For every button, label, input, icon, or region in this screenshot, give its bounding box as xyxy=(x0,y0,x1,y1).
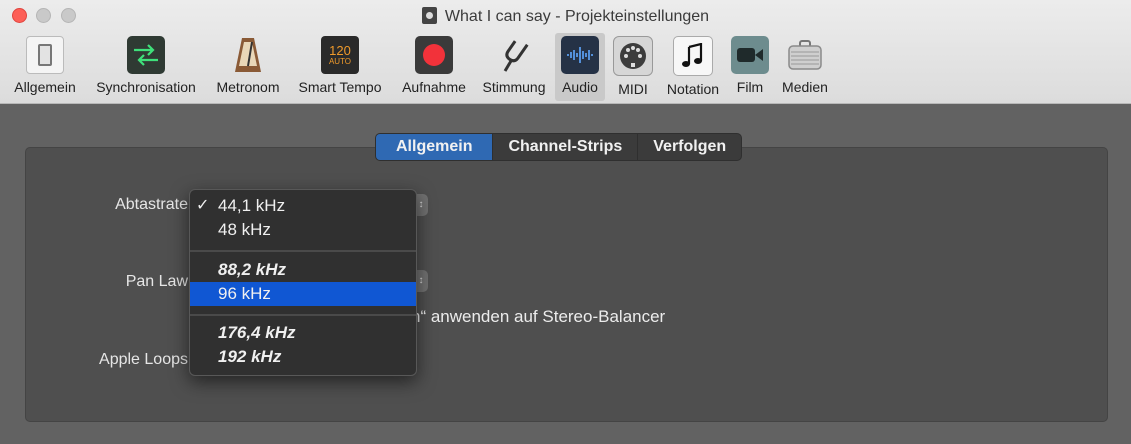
menu-item-label: 96 kHz xyxy=(218,284,271,303)
title-bar: What I can say - Projekteinstellungen Al… xyxy=(0,0,1131,104)
toolbar-item-label: Aufnahme xyxy=(402,79,466,95)
toolbar-item-smart-tempo[interactable]: 120 AUTO Smart Tempo xyxy=(291,33,389,101)
menu-item-176-4-khz[interactable]: 176,4 kHz xyxy=(190,321,416,345)
video-camera-icon xyxy=(731,36,769,74)
toolbar-item-label: Notation xyxy=(666,81,720,97)
sample-rate-label: Abtastrate xyxy=(115,196,188,213)
apple-loops-label: Apple Loops xyxy=(99,351,188,368)
switch-icon xyxy=(26,36,64,74)
menu-item-88-2-khz[interactable]: 88,2 kHz xyxy=(190,258,416,282)
smart-tempo-icon-mode: AUTO xyxy=(328,56,352,66)
toolbar-item-label: Medien xyxy=(782,79,828,95)
toolbar-item-stimmung[interactable]: Stimmung xyxy=(477,33,551,101)
toolbar-item-label: Synchronisation xyxy=(96,79,196,95)
toolbar-item-midi[interactable]: MIDI xyxy=(610,33,656,101)
toolbar-item-metronom[interactable]: Metronom xyxy=(208,33,288,101)
record-icon xyxy=(415,36,453,74)
waveform-icon xyxy=(561,36,599,74)
tab-channel-strips[interactable]: Channel-Strips xyxy=(493,134,639,160)
window-title-text: What I can say - Projekteinstellungen xyxy=(444,8,710,25)
settings-tabs: Allgemein Channel-Strips Verfolgen xyxy=(375,133,743,161)
toolbar-item-label: Film xyxy=(736,79,764,95)
menu-item-192-khz[interactable]: 192 kHz xyxy=(190,345,416,369)
toolbar-item-allgemein[interactable]: Allgemein xyxy=(6,33,84,101)
toolbar-item-label: Audio xyxy=(562,79,598,95)
tuning-fork-icon xyxy=(495,36,533,74)
toolbar-item-label: Metronom xyxy=(216,79,280,95)
menu-item-96-khz[interactable]: 96 kHz xyxy=(190,282,416,306)
project-document-icon xyxy=(421,7,437,24)
smart-tempo-icon-bpm: 120 xyxy=(329,42,351,58)
menu-item-label: 176,4 kHz xyxy=(218,323,296,342)
toolbar-item-label: MIDI xyxy=(618,81,648,97)
checkmark-icon: ✓ xyxy=(196,197,210,214)
toolbar-item-label: Allgemein xyxy=(14,79,76,95)
metronome-icon xyxy=(229,36,267,74)
pan-law-stereo-balancer-checkbox-label[interactable]: n“ anwenden auf Stereo-Balancer xyxy=(411,307,665,327)
menu-item-label: 192 kHz xyxy=(218,347,282,366)
menu-item-label: 44,1 kHz xyxy=(218,196,286,215)
window-title: What I can say - Projekteinstellungen xyxy=(0,7,1131,26)
menu-item-label: 88,2 kHz xyxy=(218,260,287,279)
menu-item-44-1-khz[interactable]: ✓ 44,1 kHz xyxy=(190,194,416,218)
sample-rate-menu: ✓ 44,1 kHz 48 kHz 88,2 kHz 96 kHz 176,4 … xyxy=(189,189,417,376)
menu-item-label: 48 kHz xyxy=(218,220,271,239)
project-settings-window: What I can say - Projekteinstellungen Al… xyxy=(0,0,1131,444)
music-note-icon xyxy=(673,36,713,76)
tab-verfolgen[interactable]: Verfolgen xyxy=(638,134,741,160)
midi-connector-icon xyxy=(613,36,653,76)
sync-arrows-icon xyxy=(127,36,165,74)
toolbar-item-film[interactable]: Film xyxy=(728,33,772,101)
tab-allgemein[interactable]: Allgemein xyxy=(376,134,494,160)
pan-law-label: Pan Law xyxy=(125,273,188,290)
briefcase-icon xyxy=(786,36,824,74)
toolbar-item-aufnahme[interactable]: Aufnahme xyxy=(395,33,473,101)
toolbar-item-label: Smart Tempo xyxy=(298,79,382,95)
toolbar-item-audio[interactable]: Audio xyxy=(555,33,605,101)
smart-tempo-icon: 120 AUTO xyxy=(321,36,359,74)
menu-item-48-khz[interactable]: 48 kHz xyxy=(190,218,416,242)
menu-separator xyxy=(190,250,416,252)
toolbar-item-notation[interactable]: Notation xyxy=(661,33,725,101)
menu-separator xyxy=(190,314,416,316)
toolbar-item-label: Stimmung xyxy=(482,79,546,95)
toolbar-item-medien[interactable]: Medien xyxy=(776,33,834,101)
toolbar-item-synchronisation[interactable]: Synchronisation xyxy=(88,33,204,101)
